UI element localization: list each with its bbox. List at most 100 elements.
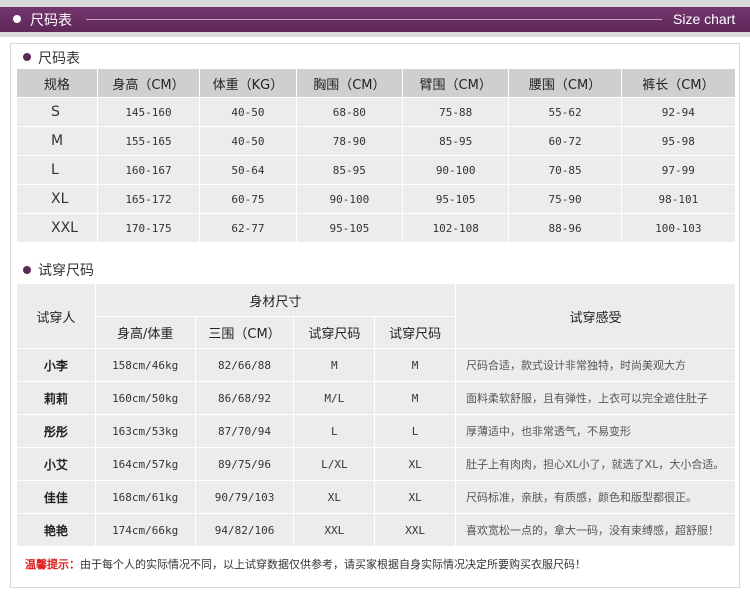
table-cell: 55-62 xyxy=(509,98,621,126)
table-row: XL 165-172 60-75 90-100 95-105 75-90 98-101 xyxy=(17,185,735,213)
table-cell: 94/82/106 xyxy=(195,514,294,546)
table-cell: 160-167 xyxy=(97,156,200,184)
feel-text: 尺码合适，款式设计非常独特，时尚美观大方 xyxy=(456,349,735,381)
table-cell: 163cm/53kg xyxy=(95,415,195,447)
table-cell: 95-105 xyxy=(296,214,403,242)
tip-note: 温馨提示：由于每个人的实际情况不同，以上试穿数据仅供参考，请买家根据自身实际情况… xyxy=(25,556,586,572)
table-row: L 160-167 50-64 85-95 90-100 70-85 97-99 xyxy=(17,156,735,184)
table-cell: L xyxy=(294,415,375,447)
table-row: 小李 158cm/46kg 82/66/88 M M 尺码合适，款式设计非常独特，时尚美观… xyxy=(17,349,735,381)
table-row: 小艾 164cm/57kg 89/75/96 L/XL XL 肚子上有肉肉，担心XL小了，… xyxy=(17,448,735,480)
person-header: 试穿人 xyxy=(17,284,95,348)
table-cell: 100-103 xyxy=(621,214,735,242)
table-cell: M xyxy=(294,349,375,381)
bullet-icon xyxy=(23,53,31,61)
table-cell: 88-96 xyxy=(509,214,621,242)
table-cell: 95-98 xyxy=(621,127,735,155)
try-size-header: 试穿尺码 xyxy=(294,317,375,348)
table-cell: 82/66/88 xyxy=(195,349,294,381)
person-name: 小艾 xyxy=(17,448,95,480)
table-cell: XXL xyxy=(294,514,375,546)
table-row: S 145-160 40-50 68-80 75-88 55-62 92-94 xyxy=(17,98,735,126)
table-cell: 75-90 xyxy=(509,185,621,213)
table-cell: 60-75 xyxy=(200,185,296,213)
table-cell: 70-85 xyxy=(509,156,621,184)
header-divider xyxy=(86,19,662,20)
feel-header: 试穿感受 xyxy=(456,284,735,348)
table-cell: 158cm/46kg xyxy=(95,349,195,381)
header-bar: 尺码表 Size chart xyxy=(0,0,750,37)
table-cell: 40-50 xyxy=(200,127,296,155)
table-cell: 90/79/103 xyxy=(195,481,294,513)
table-cell: XL xyxy=(375,481,455,513)
person-name: 小李 xyxy=(17,349,95,381)
table-row: M 155-165 40-50 78-90 85-95 60-72 95-98 xyxy=(17,127,735,155)
size-label: S xyxy=(17,98,97,126)
size-label: XXL xyxy=(17,214,97,242)
table-cell: L xyxy=(375,415,455,447)
size-column-header: 腰围（CM） xyxy=(509,69,621,97)
table-cell: 92-94 xyxy=(621,98,735,126)
header-subtitle: Size chart xyxy=(673,11,736,27)
size-column-header: 胸围（CM） xyxy=(296,69,403,97)
feel-text: 喜欢宽松一点的，拿大一码，没有束缚感，超舒服！ xyxy=(456,514,735,546)
measurements-header: 三围（CM） xyxy=(195,317,294,348)
trial-table: 试穿人 身材尺寸 试穿感受 身高/体重 三围（CM） 试穿尺码 试穿尺码 小李 1… xyxy=(16,283,736,547)
table-cell: 50-64 xyxy=(200,156,296,184)
table-cell: 102-108 xyxy=(403,214,509,242)
size-column-header: 裤长（CM） xyxy=(621,69,735,97)
table-cell: 78-90 xyxy=(296,127,403,155)
person-name: 艳艳 xyxy=(17,514,95,546)
table-cell: 174cm/66kg xyxy=(95,514,195,546)
table-cell: 60-72 xyxy=(509,127,621,155)
header-title: 尺码表 xyxy=(30,13,72,29)
table-cell: 165-172 xyxy=(97,185,200,213)
feel-text: 肚子上有肉肉，担心XL小了，就选了XL，大小合适。 xyxy=(456,448,735,480)
person-name: 彤彤 xyxy=(17,415,95,447)
size-label: XL xyxy=(17,185,97,213)
feel-text: 厚薄适中，也非常透气，不易变形 xyxy=(456,415,735,447)
table-cell: 87/70/94 xyxy=(195,415,294,447)
feel-text: 尺码标准，亲肤，有质感，颜色和版型都很正。 xyxy=(456,481,735,513)
size-column-header: 臂围（CM） xyxy=(403,69,509,97)
table-cell: 90-100 xyxy=(403,156,509,184)
table-row: 莉莉 160cm/50kg 86/68/92 M/L M 面料柔软舒服，且有弹性，上衣可以… xyxy=(17,382,735,414)
table-cell: XXL xyxy=(375,514,455,546)
table-cell: 95-105 xyxy=(403,185,509,213)
table-cell: 86/68/92 xyxy=(195,382,294,414)
size-section-title: 尺码表 xyxy=(38,51,80,67)
table-cell: L/XL xyxy=(294,448,375,480)
table-cell: XL xyxy=(294,481,375,513)
size-column-header: 规格 xyxy=(17,69,97,97)
table-cell: 40-50 xyxy=(200,98,296,126)
table-row: 佳佳 168cm/61kg 90/79/103 XL XL 尺码标准，亲肤，有质感，颜色和… xyxy=(17,481,735,513)
table-cell: 62-77 xyxy=(200,214,296,242)
size-table: 规格 身高（CM） 体重（KG） 胸围（CM） 臂围（CM） 腰围（CM） 裤长（CM） S 1… xyxy=(16,68,736,243)
feel-text: 面料柔软舒服，且有弹性，上衣可以完全遮住肚子 xyxy=(456,382,735,414)
table-cell: 168cm/61kg xyxy=(95,481,195,513)
table-cell: 85-95 xyxy=(403,127,509,155)
table-cell: 68-80 xyxy=(296,98,403,126)
body-size-header: 身材尺寸 xyxy=(95,284,455,316)
table-cell: 145-160 xyxy=(97,98,200,126)
table-cell: 85-95 xyxy=(296,156,403,184)
table-cell: 75-88 xyxy=(403,98,509,126)
tip-label: 温馨提示： xyxy=(25,558,80,571)
table-cell: XL xyxy=(375,448,455,480)
try-size-header: 试穿尺码 xyxy=(375,317,455,348)
size-label: L xyxy=(17,156,97,184)
table-cell: M/L xyxy=(294,382,375,414)
trial-section-title: 试穿尺码 xyxy=(38,263,94,279)
size-column-header: 身高（CM） xyxy=(97,69,200,97)
tip-text: 由于每个人的实际情况不同，以上试穿数据仅供参考，请买家根据自身实际情况决定所要购… xyxy=(80,558,586,571)
table-cell: 98-101 xyxy=(621,185,735,213)
table-cell: 89/75/96 xyxy=(195,448,294,480)
person-name: 莉莉 xyxy=(17,382,95,414)
bullet-icon xyxy=(13,15,21,23)
table-cell: 155-165 xyxy=(97,127,200,155)
person-name: 佳佳 xyxy=(17,481,95,513)
table-cell: 97-99 xyxy=(621,156,735,184)
table-cell: M xyxy=(375,382,455,414)
table-cell: 170-175 xyxy=(97,214,200,242)
table-row: XXL 170-175 62-77 95-105 102-108 88-96 100-103 xyxy=(17,214,735,242)
